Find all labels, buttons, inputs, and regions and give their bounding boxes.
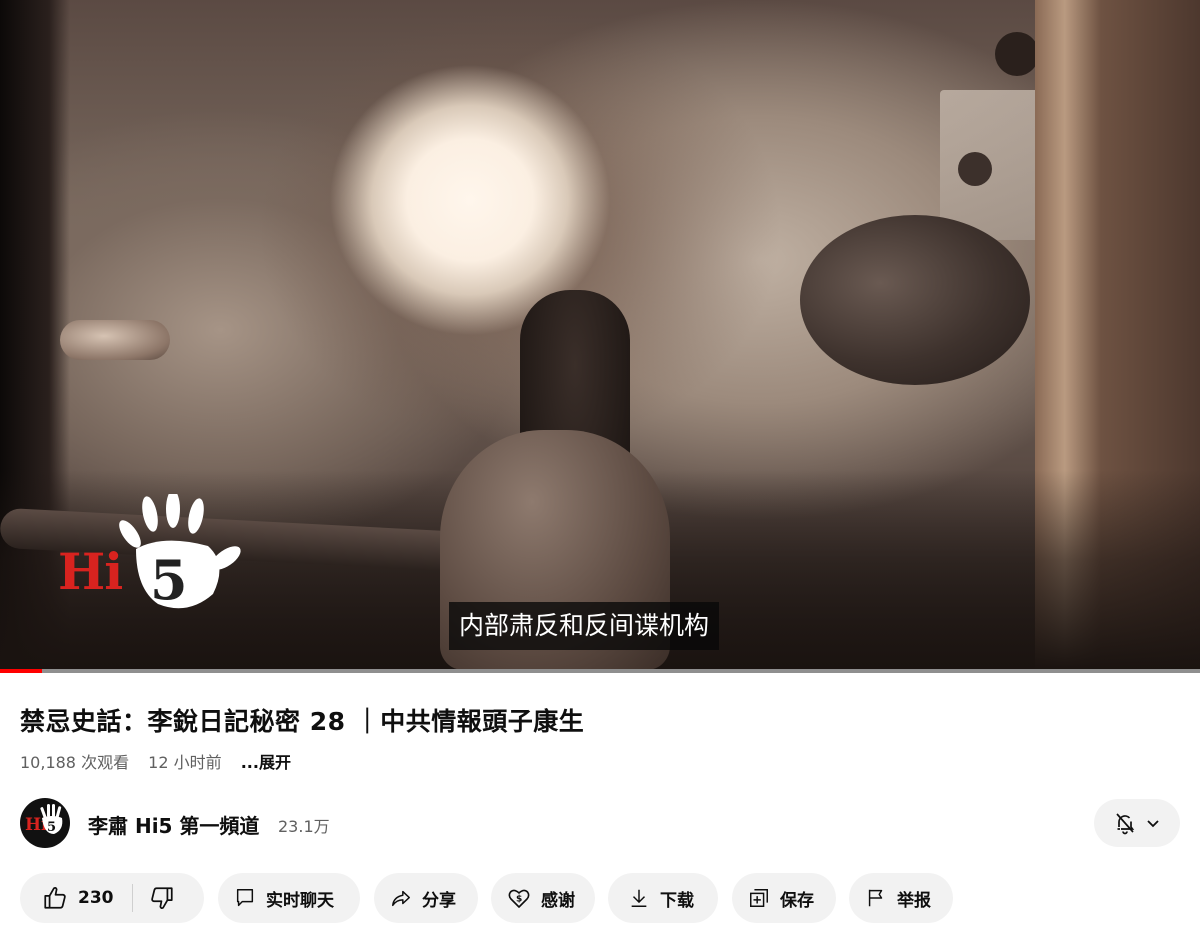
video-meta[interactable]: 10,188 次观看 12 小时前 ...展开 (20, 749, 305, 773)
share-label: 分享 (422, 890, 456, 911)
watermark-hi-text: Hi (58, 542, 123, 601)
channel-watermark-logo: Hi 5 (58, 494, 248, 614)
share-button[interactable]: 分享 (374, 873, 478, 923)
upload-time: 12 小时前 (148, 753, 222, 772)
thumbs-up-icon (44, 887, 66, 909)
avatar-hand-icon: 5 (40, 804, 63, 835)
channel-row: Hi 5 李肅 Hi5 第一頻道 23.1万 (20, 798, 1180, 850)
video-frame-knob (800, 215, 1030, 385)
svg-text:5: 5 (150, 548, 188, 612)
share-icon (392, 890, 410, 907)
save-label: 保存 (780, 890, 814, 911)
channel-avatar[interactable]: Hi 5 (20, 798, 70, 848)
channel-name[interactable]: 李肅 Hi5 第一頻道 (88, 810, 259, 839)
action-bar: 230 实时聊天 分享 $ 感谢 下载 保存 举报 (20, 873, 1180, 925)
video-frame-screw (958, 152, 992, 186)
save-button[interactable]: 保存 (732, 873, 836, 923)
save-playlist-icon (750, 889, 768, 907)
download-label: 下载 (660, 890, 694, 911)
live-chat-button[interactable]: 实时聊天 (218, 873, 360, 923)
like-count[interactable]: 230 (78, 888, 114, 908)
view-count: 10,188 次观看 (20, 753, 130, 772)
expand-description-link[interactable]: ...展开 (241, 753, 291, 772)
thumbs-down-icon (150, 887, 173, 909)
video-progress-fill (0, 669, 42, 673)
flag-icon (868, 889, 883, 907)
svg-text:5: 5 (47, 820, 56, 835)
chevron-down-icon (1147, 820, 1159, 828)
like-divider (131, 884, 133, 912)
chat-icon (236, 889, 254, 907)
dislike-button[interactable] (149, 885, 175, 911)
report-button[interactable]: 举报 (849, 873, 953, 923)
video-progress-bar[interactable] (0, 669, 1200, 673)
video-title: 禁忌史話：李銳日記秘密 28 ｜中共情報頭子康生 (20, 707, 585, 736)
hand-print-icon: 5 (119, 494, 241, 612)
download-button[interactable]: 下载 (608, 873, 718, 923)
thanks-label: 感谢 (541, 890, 575, 911)
heart-dollar-icon: $ (508, 889, 530, 908)
bell-off-icon (1116, 813, 1135, 835)
report-label: 举报 (897, 890, 931, 911)
video-frame-switch (60, 320, 170, 360)
live-chat-label: 实时聊天 (266, 890, 334, 911)
video-subtitle: 内部肃反和反间谍机构 (449, 602, 720, 650)
subscriber-count: 23.1万 (278, 817, 330, 836)
notification-bell-button[interactable] (1094, 799, 1180, 847)
svg-text:$: $ (516, 895, 522, 905)
thanks-button[interactable]: $ 感谢 (491, 873, 595, 923)
like-dislike-group: 230 (20, 873, 204, 923)
video-frame-bolt (995, 32, 1039, 76)
like-button[interactable] (42, 885, 68, 911)
video-player[interactable]: Hi 5 内部肃反和反间谍机构 (0, 0, 1200, 670)
download-icon (631, 889, 647, 907)
